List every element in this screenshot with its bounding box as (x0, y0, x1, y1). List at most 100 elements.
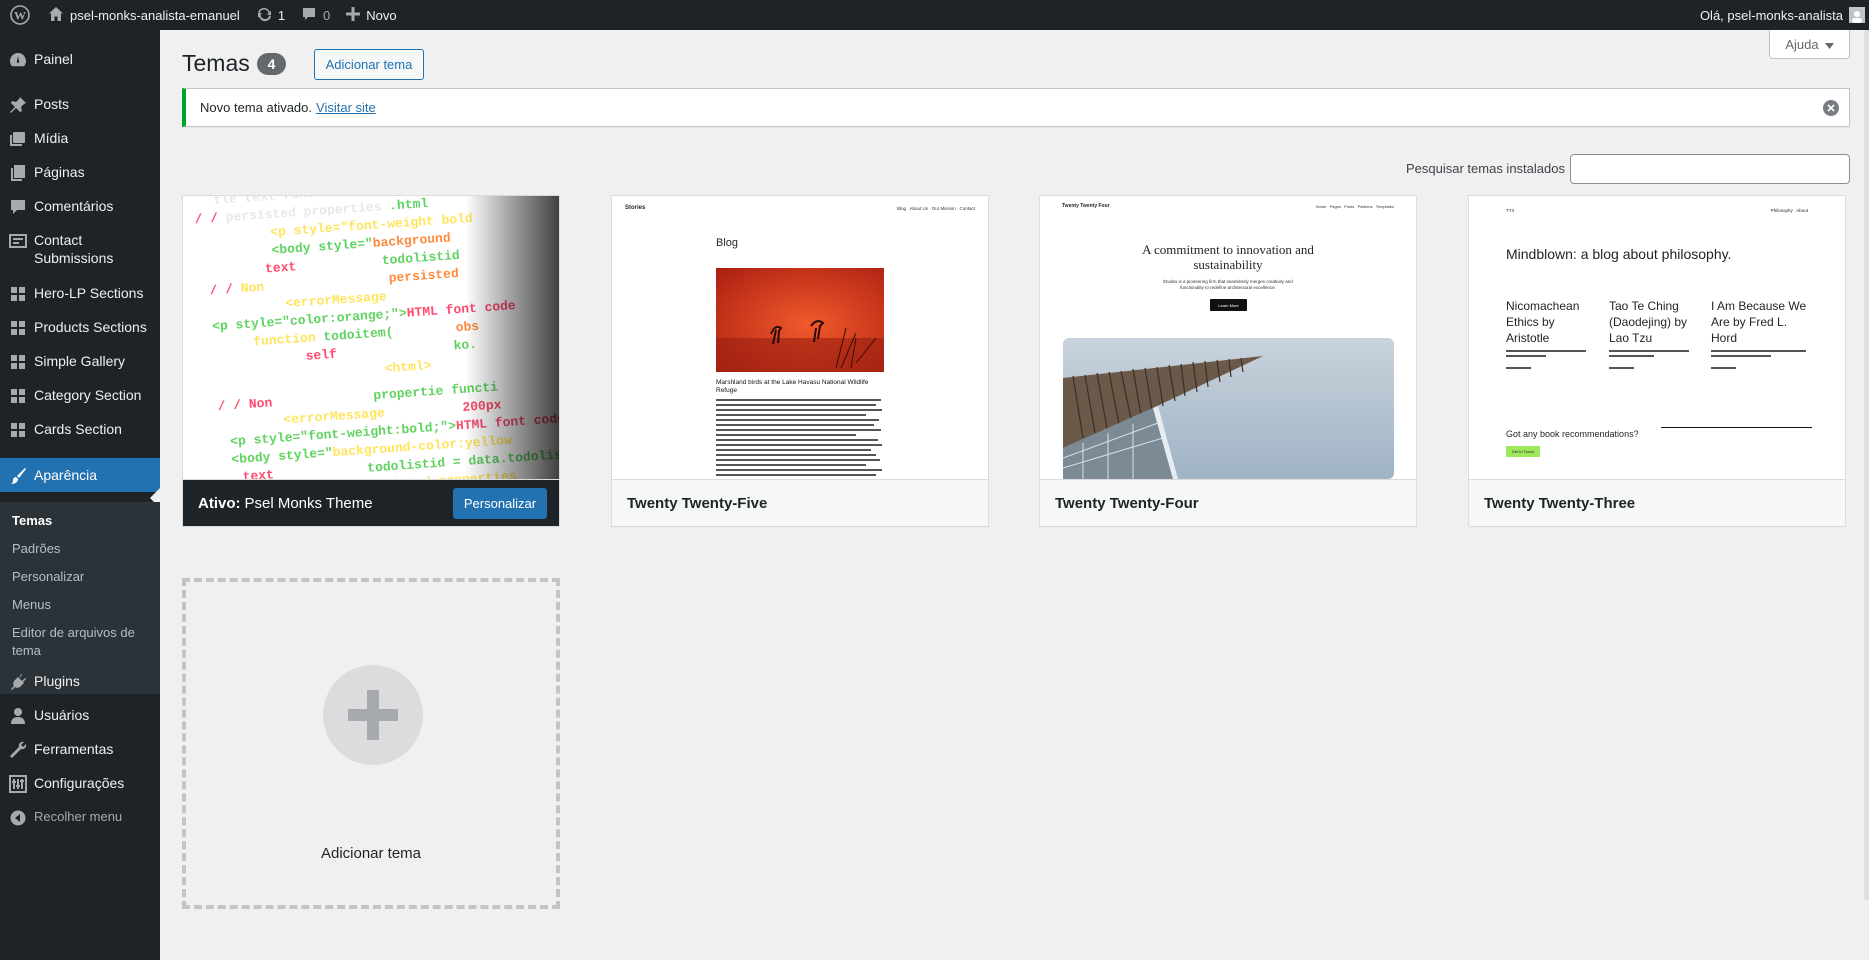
theme-name: Twenty Twenty-Five (612, 479, 988, 526)
media-icon (8, 129, 28, 149)
sidebar-item-contact-submissions[interactable]: Contact Submissions (0, 231, 160, 267)
collapse-menu-button[interactable]: Recolher menu (0, 808, 160, 828)
help-tab-button[interactable]: Ajuda (1769, 30, 1850, 59)
dashboard-icon (8, 50, 28, 70)
grid-icon (8, 420, 28, 440)
submenu-item-theme-file-editor[interactable]: Editor de arquivos de tema (12, 624, 152, 660)
sidebar-item-plugins[interactable]: Plugins (0, 672, 160, 692)
mini-post-title: Nicomachean Ethics by Aristotle (1506, 299, 1580, 345)
sidebar-item-category-section[interactable]: Category Section (0, 386, 160, 406)
sidebar-item-simple-gallery[interactable]: Simple Gallery (0, 352, 160, 372)
visit-site-link[interactable]: Visitar site (316, 100, 376, 115)
theme-card-twenty-twenty-three[interactable]: TT3 Philosophy About Mindblown: a blog a… (1468, 195, 1846, 527)
search-label: Pesquisar temas instalados (1406, 161, 1565, 176)
submenu-item-personalizar[interactable]: Personalizar (12, 568, 152, 586)
theme-count-badge: 4 (257, 53, 286, 75)
sidebar-item-label: Aparência (34, 467, 98, 483)
code-screenshot-image: tle text runs across the / / persisted p… (183, 196, 559, 479)
plus-circle (323, 665, 423, 765)
add-new-theme-tile[interactable]: Adicionar tema (182, 578, 560, 909)
theme-card-twenty-twenty-four[interactable]: Twenty Twenty Four Home Pages Posts Patt… (1039, 195, 1417, 527)
sidebar-item-comentarios[interactable]: Comentários (0, 197, 160, 217)
sidebar-item-label: Posts (34, 96, 70, 112)
mini-cta: Got any book recommendations? (1506, 429, 1639, 439)
customize-button[interactable]: Personalizar (453, 488, 547, 519)
sidebar-item-label: Simple Gallery (34, 353, 126, 369)
theme-name: Twenty Twenty-Three (1469, 479, 1845, 526)
comments-icon (8, 197, 28, 217)
sidebar-item-label: Painel (34, 51, 73, 67)
svg-text:W: W (14, 9, 26, 23)
mini-site-title: TT3 (1506, 208, 1515, 213)
sidebar-item-posts[interactable]: Posts (0, 95, 160, 115)
avatar (1849, 7, 1865, 23)
grid-icon (8, 318, 28, 338)
mini-caption: Marshland birds at the Lake Havasu Natio… (716, 379, 869, 394)
page-scrollbar[interactable] (1864, 30, 1869, 900)
sidebar-item-cards-section[interactable]: Cards Section (0, 420, 160, 440)
theme-screenshot: Stories Blog About Us Our Mission Contac… (612, 196, 988, 479)
new-label: Novo (366, 7, 397, 23)
updates-icon (256, 6, 272, 25)
mini-subtitle: Études is a pioneering firm that seamles… (1163, 279, 1293, 290)
submenu-item-temas[interactable]: Temas (12, 512, 152, 530)
plus-icon (348, 690, 398, 740)
wordpress-logo-icon[interactable]: W (0, 0, 40, 30)
mini-post-title: I Am Because We Are by Fred L. Hord (1711, 299, 1807, 345)
theme-screenshot: TT3 Philosophy About Mindblown: a blog a… (1469, 196, 1845, 479)
grid-icon (8, 284, 28, 304)
users-icon (8, 706, 28, 726)
theme-card-active[interactable]: tle text runs across the / / persisted p… (182, 195, 560, 527)
sidebar-item-label: Category Section (34, 387, 142, 403)
sidebar-item-label: Mídia (34, 130, 69, 146)
active-theme-name: Psel Monks Theme (244, 494, 373, 512)
add-theme-button[interactable]: Adicionar tema (314, 49, 424, 80)
admin-bar: W psel-monks-analista-emanuel 1 0 Novo O… (0, 0, 1869, 30)
sidebar-item-label: Hero-LP Sections (34, 285, 144, 301)
active-theme-name-bar: Ativo: Psel Monks Theme Personalizar (183, 479, 559, 526)
mini-bird-photo (716, 268, 884, 372)
new-content-link[interactable]: Novo (338, 0, 404, 30)
add-new-theme-label: Adicionar tema (320, 845, 422, 862)
sidebar-item-label: Plugins (34, 673, 80, 689)
plus-icon (346, 6, 361, 24)
theme-name: Twenty Twenty-Four (1040, 479, 1416, 526)
mini-body-text-lines (716, 399, 882, 476)
pin-icon (8, 95, 28, 115)
tools-icon (8, 740, 28, 760)
sidebar-item-label: Páginas (34, 164, 85, 180)
site-name-link[interactable]: psel-monks-analista-emanuel (40, 0, 248, 30)
sidebar-item-hero-lp-sections[interactable]: Hero-LP Sections (0, 284, 160, 304)
sidebar-item-ferramentas[interactable]: Ferramentas (0, 740, 160, 760)
sidebar-item-painel[interactable]: Painel (0, 50, 160, 70)
mini-nav: Philosophy About (1770, 208, 1808, 213)
sidebar-item-usuarios[interactable]: Usuários (0, 706, 160, 726)
sidebar-item-label: Ferramentas (34, 741, 114, 757)
site-name: psel-monks-analista-emanuel (70, 7, 240, 23)
comments-count: 0 (323, 7, 331, 23)
mini-post-title: Tao Te Ching (Daodejing) by Lao Tzu (1609, 299, 1688, 345)
dismiss-notice-button[interactable] (1823, 100, 1839, 116)
updates-link[interactable]: 1 (248, 0, 293, 30)
sidebar-item-configuracoes[interactable]: Configurações (0, 774, 160, 794)
mini-nav: Blog About Us Our Mission Contact (896, 206, 975, 211)
sidebar-item-label: Contact Submissions (34, 232, 114, 266)
mini-divider (1661, 427, 1812, 428)
sidebar-item-paginas[interactable]: Páginas (0, 163, 160, 183)
search-themes-input[interactable] (1570, 154, 1850, 184)
paintbrush-icon (8, 466, 28, 486)
sidebar-item-label: Configurações (34, 775, 125, 791)
contact-icon (8, 231, 28, 251)
close-icon (1827, 104, 1835, 112)
sidebar-item-label: Comentários (34, 198, 114, 214)
submenu-item-menus[interactable]: Menus (12, 596, 152, 614)
theme-card-twenty-twenty-five[interactable]: Stories Blog About Us Our Mission Contac… (611, 195, 989, 527)
sidebar-item-midia[interactable]: Mídia (0, 129, 160, 149)
submenu-item-padroes[interactable]: Padrões (12, 540, 152, 558)
sidebar-item-aparencia[interactable]: Aparência (0, 458, 160, 492)
comments-link[interactable]: 0 (293, 0, 338, 30)
account-menu[interactable]: Olá, psel-monks-analista (1692, 0, 1869, 30)
theme-screenshot: Twenty Twenty Four Home Pages Posts Patt… (1040, 196, 1416, 479)
sidebar-item-products-sections[interactable]: Products Sections (0, 318, 160, 338)
mini-learn-more-button: Learn More (1210, 299, 1247, 311)
